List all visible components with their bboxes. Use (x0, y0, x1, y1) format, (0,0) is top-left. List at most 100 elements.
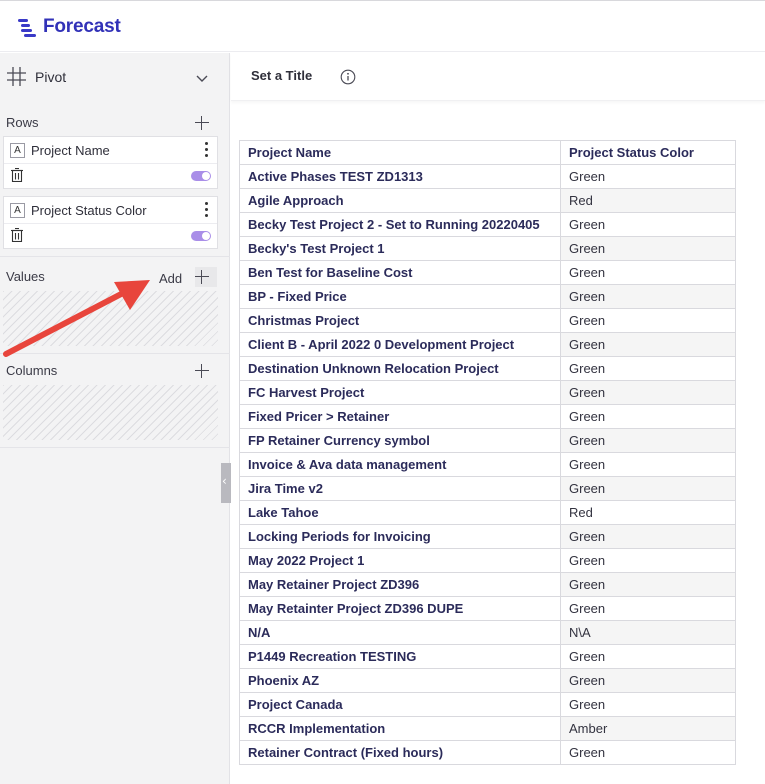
table-row[interactable]: Phoenix AZ Green (239, 668, 736, 693)
project-name-cell: Retainer Contract (Fixed hours) (239, 740, 561, 765)
project-name-cell: Lake Tahoe (239, 500, 561, 525)
project-status-color-cell: Green (560, 380, 736, 405)
project-status-color-cell: Green (560, 668, 736, 693)
project-status-color-cell: Red (560, 188, 736, 213)
row-field-project-status-color[interactable]: A Project Status Color (3, 196, 218, 249)
project-status-color-cell: Green (560, 572, 736, 597)
table-row[interactable]: P1449 Recreation TESTING Green (239, 644, 736, 669)
columns-drop-zone[interactable] (3, 385, 218, 440)
table-row[interactable]: Jira Time v2 Green (239, 476, 736, 501)
project-name-cell: Jira Time v2 (239, 476, 561, 501)
add-value-button[interactable] (194, 269, 210, 285)
add-value-label[interactable]: Add (159, 271, 182, 286)
section-divider (0, 447, 230, 448)
project-status-color-cell: Green (560, 428, 736, 453)
project-name-cell: May Retainer Project ZD396 (239, 572, 561, 597)
project-status-color-cell: Green (560, 260, 736, 285)
table-row[interactable]: Active Phases TEST ZD1313 Green (239, 164, 736, 189)
project-status-color-cell: Amber (560, 716, 736, 741)
project-name-cell: Agile Approach (239, 188, 561, 213)
pivot-table: Project Name Project Status Color Active… (239, 140, 736, 765)
grid-icon (7, 67, 26, 86)
project-status-color-cell: N\A (560, 620, 736, 645)
table-header-row: Project Name Project Status Color (239, 140, 736, 165)
add-row-button[interactable] (194, 115, 210, 131)
project-status-color-cell: Green (560, 356, 736, 381)
pivot-mode-selector[interactable]: Pivot (0, 53, 230, 103)
pivot-sidebar: Pivot Rows A Project Name A Project Stat… (0, 53, 231, 784)
table-row[interactable]: Retainer Contract (Fixed hours) Green (239, 740, 736, 765)
annotation-arrow-icon (3, 280, 150, 357)
table-row[interactable]: Lake Tahoe Red (239, 500, 736, 525)
column-header-project-status-color[interactable]: Project Status Color (560, 140, 736, 165)
table-row[interactable]: Becky's Test Project 1 Green (239, 236, 736, 261)
project-name-cell: Becky Test Project 2 - Set to Running 20… (239, 212, 561, 237)
field-toggle[interactable] (191, 171, 211, 181)
table-row[interactable]: RCCR Implementation Amber (239, 716, 736, 741)
collapse-sidebar-handle[interactable] (221, 463, 231, 503)
table-body: Active Phases TEST ZD1313 Green Agile Appr… (239, 164, 736, 765)
field-divider (4, 223, 217, 224)
info-icon[interactable] (340, 69, 356, 85)
table-row[interactable]: N/A N\A (239, 620, 736, 645)
project-status-color-cell: Green (560, 692, 736, 717)
project-name-cell: FP Retainer Currency symbol (239, 428, 561, 453)
table-row[interactable]: Destination Unknown Relocation Project Gr… (239, 356, 736, 381)
project-status-color-cell: Green (560, 524, 736, 549)
project-name-cell: Project Canada (239, 692, 561, 717)
table-row[interactable]: Becky Test Project 2 - Set to Running 20… (239, 212, 736, 237)
chevron-down-icon[interactable] (195, 71, 209, 85)
trash-icon[interactable] (11, 228, 23, 242)
project-status-color-cell: Green (560, 476, 736, 501)
project-name-cell: Fixed Pricer > Retainer (239, 404, 561, 429)
table-row[interactable]: FP Retainer Currency symbol Green (239, 428, 736, 453)
project-name-cell: Christmas Project (239, 308, 561, 333)
project-status-color-cell: Green (560, 332, 736, 357)
project-name-cell: BP - Fixed Price (239, 284, 561, 309)
project-status-color-cell: Green (560, 308, 736, 333)
app-title: Forecast (43, 16, 121, 37)
app-logo[interactable]: Forecast (18, 16, 121, 38)
project-name-cell: Destination Unknown Relocation Project (239, 356, 561, 381)
project-name-cell: Client B - April 2022 0 Development Proj… (239, 332, 561, 357)
add-column-button[interactable] (194, 363, 210, 379)
more-options-icon[interactable] (203, 202, 209, 218)
project-name-cell: May Retainter Project ZD396 DUPE (239, 596, 561, 621)
project-name-cell: N/A (239, 620, 561, 645)
table-row[interactable]: BP - Fixed Price Green (239, 284, 736, 309)
table-row[interactable]: Client B - April 2022 0 Development Proj… (239, 332, 736, 357)
forecast-logo-icon (18, 18, 36, 37)
column-header-project-name[interactable]: Project Name (239, 140, 561, 165)
table-row[interactable]: May Retainer Project ZD396 Green (239, 572, 736, 597)
report-title-input[interactable]: Set a Title (251, 68, 312, 83)
table-row[interactable]: FC Harvest Project Green (239, 380, 736, 405)
field-name: Project Status Color (31, 203, 147, 218)
project-name-cell: FC Harvest Project (239, 380, 561, 405)
project-name-cell: RCCR Implementation (239, 716, 561, 741)
table-row[interactable]: Locking Periods for Invoicing Green (239, 524, 736, 549)
field-toggle[interactable] (191, 231, 211, 241)
report-title-bar: Set a Title (231, 53, 765, 101)
table-row[interactable]: Fixed Pricer > Retainer Green (239, 404, 736, 429)
project-name-cell: Active Phases TEST ZD1313 (239, 164, 561, 189)
table-row[interactable]: Project Canada Green (239, 692, 736, 717)
trash-icon[interactable] (11, 168, 23, 182)
text-type-icon: A (10, 143, 25, 158)
project-status-color-cell: Green (560, 452, 736, 477)
table-row[interactable]: Christmas Project Green (239, 308, 736, 333)
project-status-color-cell: Green (560, 548, 736, 573)
project-name-cell: Ben Test for Baseline Cost (239, 260, 561, 285)
project-name-cell: Becky's Test Project 1 (239, 236, 561, 261)
project-status-color-cell: Green (560, 236, 736, 261)
pivot-mode-label: Pivot (35, 69, 67, 85)
more-options-icon[interactable] (203, 142, 209, 158)
table-row[interactable]: May 2022 Project 1 Green (239, 548, 736, 573)
table-row[interactable]: Ben Test for Baseline Cost Green (239, 260, 736, 285)
table-row[interactable]: May Retainter Project ZD396 DUPE Green (239, 596, 736, 621)
row-field-project-name[interactable]: A Project Name (3, 136, 218, 189)
project-status-color-cell: Green (560, 212, 736, 237)
project-status-color-cell: Green (560, 404, 736, 429)
project-name-cell: May 2022 Project 1 (239, 548, 561, 573)
table-row[interactable]: Agile Approach Red (239, 188, 736, 213)
table-row[interactable]: Invoice & Ava data management Green (239, 452, 736, 477)
